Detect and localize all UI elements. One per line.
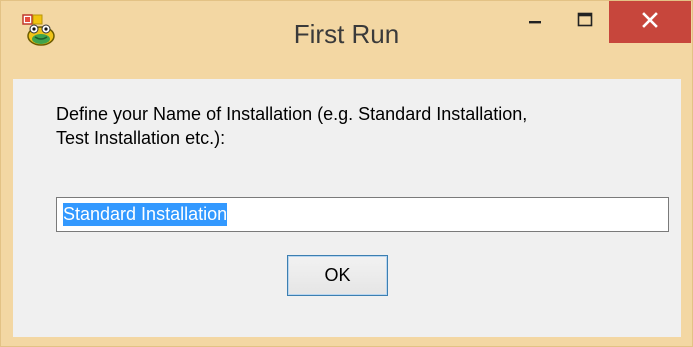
- prompt-line-2: Test Installation etc.):: [56, 128, 226, 148]
- minimize-icon: [528, 13, 542, 32]
- prompt-line-1: Define your Name of Installation (e.g. S…: [56, 104, 528, 124]
- close-button[interactable]: [609, 1, 691, 43]
- maximize-icon: [577, 12, 593, 33]
- first-run-window: First Run Define your Name of Installati…: [0, 0, 693, 347]
- minimize-button[interactable]: [509, 1, 561, 43]
- close-icon: [642, 11, 658, 33]
- installation-name-value: Standard Installation: [63, 203, 228, 226]
- title-bar[interactable]: First Run: [1, 1, 692, 78]
- frog-app-icon[interactable]: [21, 13, 57, 49]
- maximize-button[interactable]: [561, 1, 609, 43]
- installation-name-input[interactable]: Standard Installation: [56, 197, 669, 232]
- dialog-content: Define your Name of Installation (e.g. S…: [13, 79, 681, 337]
- installation-name-prompt: Define your Name of Installation (e.g. S…: [56, 102, 656, 150]
- ok-button[interactable]: OK: [287, 255, 388, 296]
